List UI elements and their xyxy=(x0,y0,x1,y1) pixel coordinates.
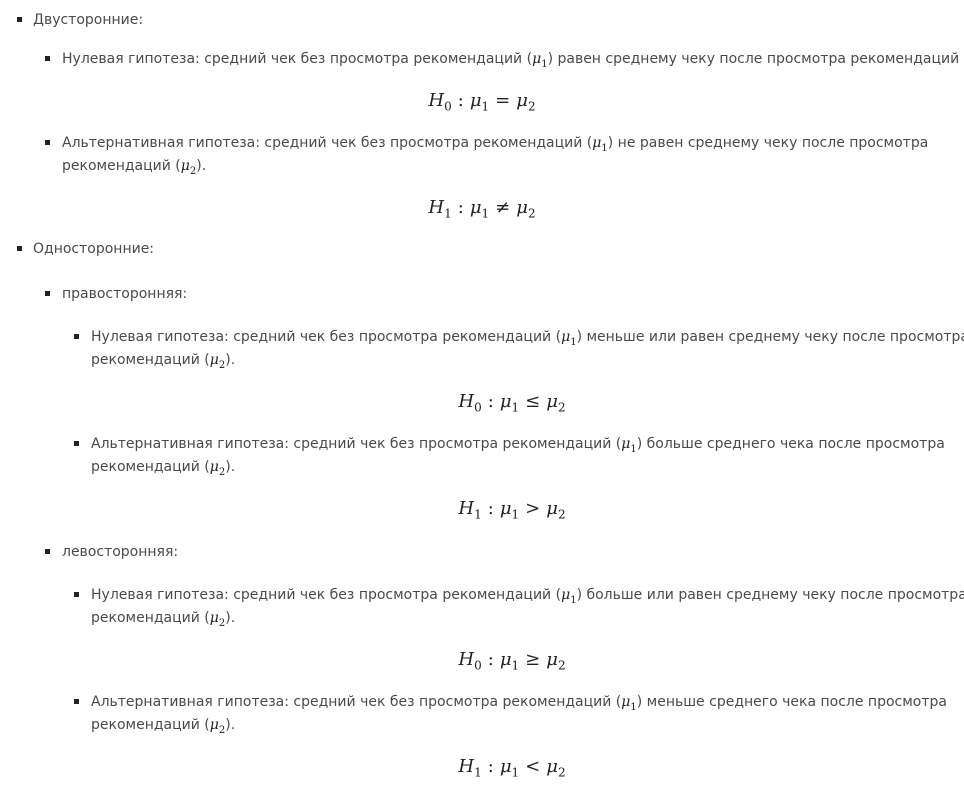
left-sided-null-formula: H0: μ1 ≥ μ2 xyxy=(458,649,566,673)
two-sided-null-formula: H0: μ1 = μ2 xyxy=(428,90,536,114)
list-bullet xyxy=(74,592,79,597)
mu2-symbol: μ2 xyxy=(209,459,226,478)
list-bullet xyxy=(74,334,79,339)
list-bullet xyxy=(74,699,79,704)
mu1-symbol: μ1 xyxy=(561,587,577,606)
two-sided-alt-hypothesis-line2: рекомендаций (μ2). xyxy=(62,158,207,177)
mu1-symbol: μ1 xyxy=(592,135,608,154)
right-sided-alt-formula: H1: μ1 > μ2 xyxy=(458,498,566,522)
mu2-symbol: μ2 xyxy=(209,717,226,736)
right-sided-alt-hypothesis: Альтернативная гипотеза: средний чек без… xyxy=(91,436,945,455)
list-bullet xyxy=(45,549,50,554)
list-bullet xyxy=(45,140,50,145)
mu2-symbol: μ2 xyxy=(180,158,197,177)
two-sided-alt-hypothesis: Альтернативная гипотеза: средний чек без… xyxy=(62,135,929,154)
right-sided-alt-hypothesis-line2: рекомендаций (μ2). xyxy=(91,459,236,478)
mu1-symbol: μ1 xyxy=(621,694,637,713)
list-bullet xyxy=(17,246,22,251)
left-sided-null-hypothesis-line2: рекомендаций (μ2). xyxy=(91,610,236,629)
list-bullet xyxy=(17,17,22,22)
right-sided-null-hypothesis: Нулевая гипотеза: средний чек без просмо… xyxy=(91,329,964,348)
list-bullet xyxy=(45,291,50,296)
right-sided-null-formula: H0: μ1 ≤ μ2 xyxy=(458,391,566,415)
left-sided-null-hypothesis: Нулевая гипотеза: средний чек без просмо… xyxy=(91,587,964,606)
left-sided-alt-hypothesis: Альтернативная гипотеза: средний чек без… xyxy=(91,694,947,713)
mu2-symbol: μ2 xyxy=(209,352,226,371)
two-sided-heading: Двусторонние: xyxy=(33,12,144,28)
list-bullet xyxy=(74,441,79,446)
right-sided-null-hypothesis-line2: рекомендаций (μ2). xyxy=(91,352,236,371)
mu1-symbol: μ1 xyxy=(621,436,637,455)
mu1-symbol: μ1 xyxy=(532,51,548,70)
two-sided-alt-formula: H1: μ1 ≠ μ2 xyxy=(428,197,536,221)
mu1-symbol: μ1 xyxy=(561,329,577,348)
right-sided-heading: правосторонняя: xyxy=(62,286,188,302)
left-sided-heading: левосторонняя: xyxy=(62,544,179,560)
one-sided-heading: Односторонние: xyxy=(33,241,155,257)
list-bullet xyxy=(45,56,50,61)
two-sided-null-hypothesis: Нулевая гипотеза: средний чек без просмо… xyxy=(62,51,964,70)
mu2-symbol: μ2 xyxy=(209,610,226,629)
left-sided-alt-hypothesis-line2: рекомендаций (μ2). xyxy=(91,717,236,736)
left-sided-alt-formula: H1: μ1 < μ2 xyxy=(458,756,566,780)
